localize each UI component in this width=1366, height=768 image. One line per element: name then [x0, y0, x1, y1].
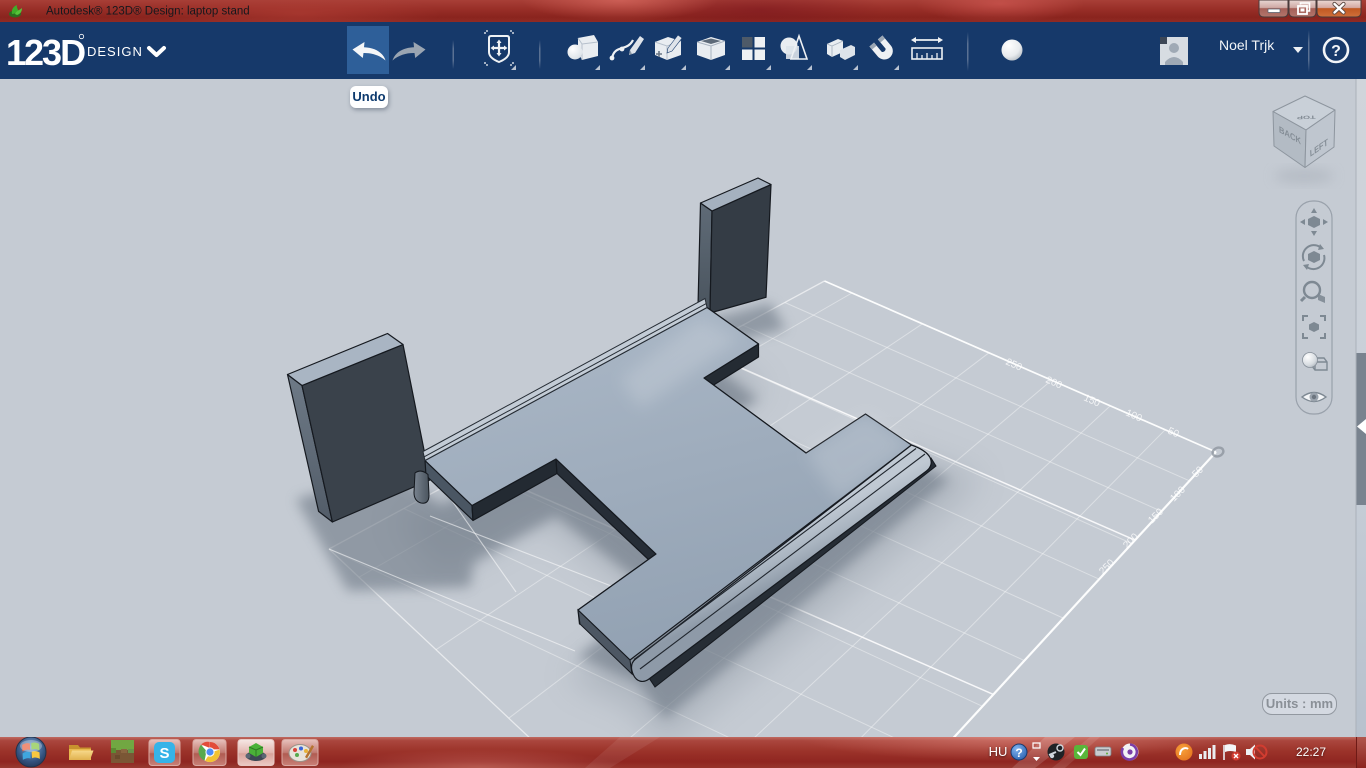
svg-text:100: 100	[1124, 408, 1144, 425]
svg-text:250: 250	[1097, 557, 1117, 577]
svg-text:200: 200	[1044, 375, 1064, 392]
svg-text:150: 150	[1082, 393, 1102, 410]
svg-text:TOP: TOP	[1297, 114, 1316, 120]
svg-text:S: S	[159, 745, 169, 762]
svg-text:?: ?	[1331, 43, 1341, 60]
svg-text:Autodesk® 123D® Design: laptop: Autodesk® 123D® Design: laptop stand	[46, 6, 250, 18]
svg-text:200: 200	[1121, 531, 1141, 551]
svg-text:50: 50	[1166, 426, 1181, 441]
svg-text:250: 250	[1004, 357, 1024, 374]
svg-text:?: ?	[1015, 746, 1022, 760]
